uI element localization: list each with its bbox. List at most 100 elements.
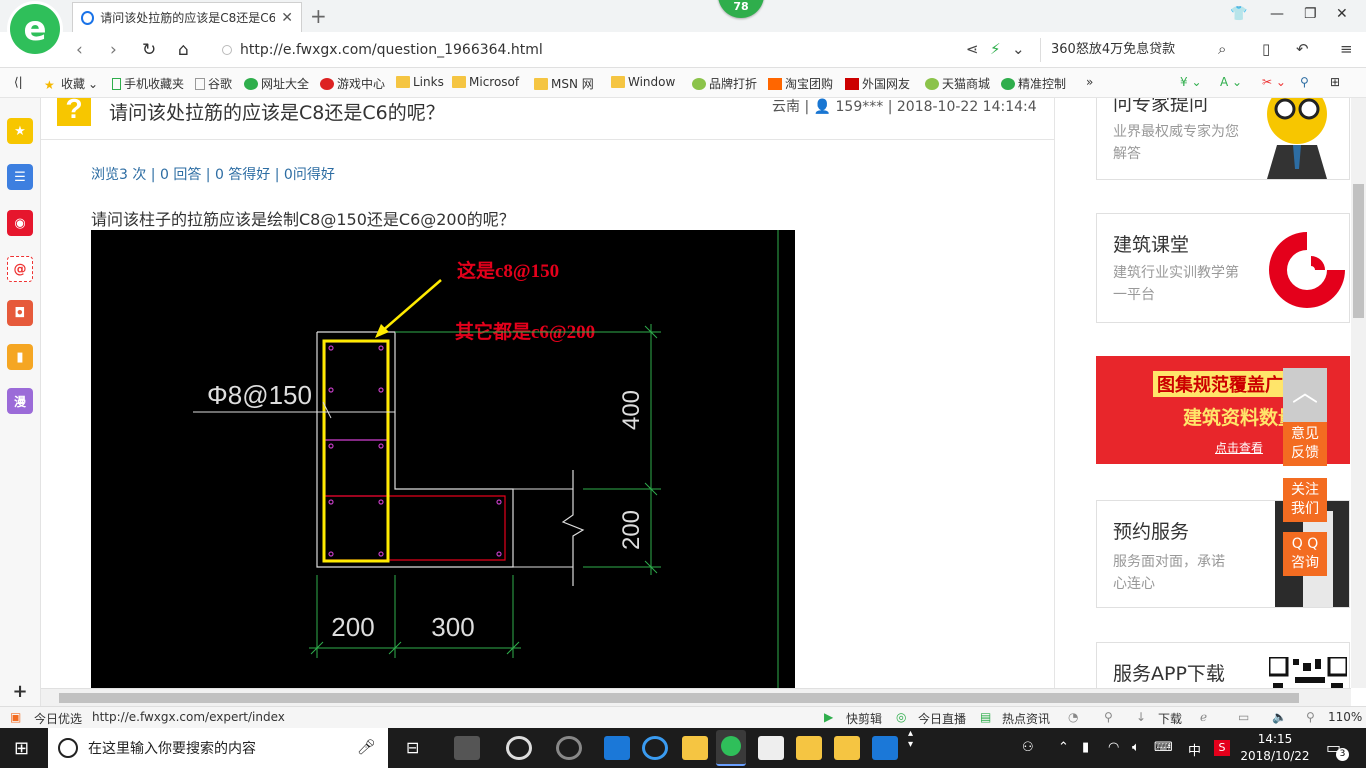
translate-icon[interactable]: A ⌄	[1220, 75, 1242, 89]
zoom-level[interactable]: 110%	[1328, 710, 1362, 724]
share-icon[interactable]: ⋖	[966, 40, 979, 58]
question-user[interactable]: 159***	[836, 99, 884, 115]
security-app-icon[interactable]	[834, 736, 860, 760]
chevron-down-icon[interactable]: ⌄	[1012, 40, 1025, 58]
bookmark-folder[interactable]: Window	[611, 75, 675, 89]
scissors-icon[interactable]: ✂ ⌄	[1262, 75, 1286, 89]
forward-icon[interactable]: ›	[110, 40, 117, 60]
add-panel-icon[interactable]: +	[7, 678, 33, 704]
bookmark-favorites[interactable]: ★ 收藏 ⌄	[44, 75, 98, 92]
mail-icon[interactable]: @	[7, 256, 33, 282]
ie-app-icon[interactable]	[506, 736, 532, 760]
status-item-news[interactable]: 热点资讯	[1002, 710, 1050, 727]
search-icon[interactable]: ⌕	[1218, 40, 1226, 58]
edge-app-icon[interactable]	[604, 736, 630, 760]
feedback-button[interactable]: 意见反馈	[1283, 422, 1327, 466]
mail-app-icon[interactable]	[758, 736, 784, 760]
book-icon[interactable]: ▮	[7, 344, 33, 370]
bookmark-item[interactable]: 游戏中心	[320, 75, 385, 92]
explorer-app-icon[interactable]	[682, 736, 708, 760]
pin-icon[interactable]: ⚲	[1104, 710, 1113, 724]
vertical-scrollbar[interactable]	[1351, 98, 1366, 688]
more-bookmarks-icon[interactable]: »	[1086, 75, 1093, 89]
comic-icon[interactable]: 漫	[7, 388, 33, 414]
collapse-sidebar-icon[interactable]: ⟨|	[14, 75, 23, 89]
bookmark-item[interactable]: 淘宝团购	[768, 75, 833, 92]
news-icon[interactable]: ☰	[7, 164, 33, 190]
bookmark-folder[interactable]: Links	[396, 75, 444, 89]
magnifier-icon[interactable]: ⚲	[1300, 75, 1309, 89]
horizontal-scrollbar[interactable]	[41, 688, 1351, 706]
new-tab-icon[interactable]: +	[310, 4, 327, 28]
keyboard-icon[interactable]: ⌨	[1154, 740, 1173, 755]
vertical-scroll-thumb[interactable]	[1353, 184, 1364, 318]
bookmark-item[interactable]: 精准控制	[1001, 75, 1066, 92]
taskbar-search-input[interactable]: 在这里输入你要搜索的内容 🎤︎	[48, 728, 388, 768]
volume-icon[interactable]: 🔈	[1272, 710, 1287, 724]
speaker-icon[interactable]: 🔈︎	[1132, 740, 1140, 755]
gift-icon[interactable]: ▣	[10, 710, 21, 724]
microphone-icon[interactable]: 🎤︎	[357, 738, 376, 756]
grid-icon[interactable]: ⊞	[1330, 75, 1340, 89]
back-to-top-button[interactable]: ︿	[1283, 368, 1327, 422]
notification-badge[interactable]: 78	[718, 0, 764, 18]
active-tab[interactable]: 请问该处拉筋的应该是C8还是C6的呢？ ✕	[72, 2, 302, 32]
bookmark-item[interactable]: 手机收藏夹	[112, 75, 184, 92]
tool-app-icon[interactable]	[872, 736, 898, 760]
qq-consult-button[interactable]: Q Q咨询	[1283, 532, 1327, 576]
pinwheel-app-icon[interactable]	[454, 736, 480, 760]
bookmark-item[interactable]: 天猫商城	[925, 75, 990, 92]
bookmark-folder[interactable]: MSN 网	[534, 75, 594, 92]
people-icon[interactable]: ⚇	[1022, 740, 1034, 755]
close-tab-icon[interactable]: ✕	[281, 10, 293, 26]
phone-icon[interactable]: ▯	[1262, 40, 1270, 58]
browser-logo-icon[interactable]: e	[10, 4, 60, 54]
tray-app-icon[interactable]: ▮	[1082, 740, 1089, 755]
bookmark-folder[interactable]: Microsof	[452, 75, 519, 89]
windows-start-icon[interactable]: ⊞	[14, 738, 29, 759]
status-item-download[interactable]: 下载	[1158, 710, 1182, 727]
url-field[interactable]: http://e.fwxgx.com/question_1966364.html	[222, 38, 952, 62]
bookmark-item[interactable]: 谷歌	[195, 75, 232, 92]
favorites-star-icon[interactable]: ★	[7, 118, 33, 144]
360-browser-app-icon[interactable]	[716, 730, 746, 766]
maximize-icon[interactable]: ❐	[1304, 6, 1317, 22]
ie-mode-icon[interactable]: ℯ	[1200, 710, 1207, 724]
speed-icon[interactable]: ⚡	[990, 40, 1001, 58]
speedup-icon[interactable]: ◔	[1068, 710, 1078, 724]
tray-chevron-up-icon[interactable]: ⌃	[1058, 740, 1069, 755]
bookmark-item[interactable]: 品牌打折	[692, 75, 757, 92]
ime-indicator[interactable]: 中	[1188, 740, 1201, 759]
close-window-icon[interactable]: ✕	[1336, 6, 1348, 22]
today-picks-link[interactable]: 今日优选	[34, 710, 82, 727]
search-input[interactable]: 360怒放4万免息贷款	[1040, 38, 1240, 62]
game-icon[interactable]: ◘	[7, 300, 33, 326]
menu-icon[interactable]: ≡	[1340, 40, 1353, 58]
undo-icon[interactable]: ↶	[1296, 40, 1309, 58]
bookmark-item[interactable]: 网址大全	[244, 75, 309, 92]
ie-blue-app-icon[interactable]	[642, 736, 668, 760]
task-view-icon[interactable]: ⊟	[406, 738, 432, 762]
skin-icon[interactable]: 👕	[1230, 6, 1247, 22]
wifi-icon[interactable]: ◠	[1108, 740, 1119, 755]
refresh-icon[interactable]: ↻	[142, 40, 156, 60]
yen-icon[interactable]: ¥ ⌄	[1180, 75, 1202, 89]
notes-app-icon[interactable]	[796, 736, 822, 760]
status-item-clip[interactable]: 快剪辑	[846, 710, 882, 727]
site-info-icon[interactable]	[222, 45, 232, 55]
zoom-icon[interactable]: ⚲	[1306, 710, 1315, 724]
back-icon[interactable]: ‹	[76, 40, 83, 60]
app-download-card[interactable]: 服务APP下载	[1096, 642, 1350, 688]
bookmark-item[interactable]: 外国网友	[845, 75, 910, 92]
class-card[interactable]: 建筑课堂 建筑行业实训教学第一平台	[1096, 213, 1350, 323]
home-icon[interactable]: ⌂	[178, 40, 189, 60]
weibo-icon[interactable]: ◉	[7, 210, 33, 236]
status-item-live[interactable]: 今日直播	[918, 710, 966, 727]
window-icon[interactable]: ▭	[1238, 710, 1249, 724]
expert-card[interactable]: 问专家提问 业界最权威专家为您解答	[1096, 98, 1350, 180]
horizontal-scroll-thumb[interactable]	[59, 693, 1299, 703]
sogou-ime-icon[interactable]: S	[1214, 740, 1230, 756]
clock[interactable]: 14:15 2018/10/22	[1240, 731, 1310, 765]
banner-cta[interactable]: 点击查看	[1215, 439, 1263, 456]
minimize-icon[interactable]: —	[1270, 6, 1284, 22]
